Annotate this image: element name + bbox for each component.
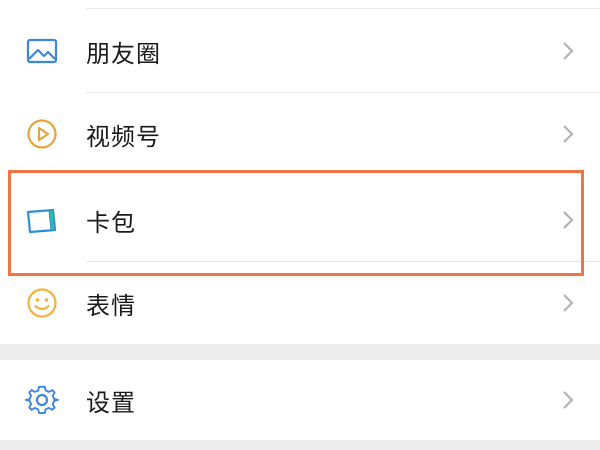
menu-item-stickers[interactable]: 表情 xyxy=(0,262,600,344)
chevron-right-icon xyxy=(563,211,574,229)
menu-item-moments[interactable]: 朋友圈 xyxy=(0,10,600,92)
menu-item-label: 卡包 xyxy=(86,208,136,237)
menu-group-settings: 设置 xyxy=(0,360,600,440)
card-icon xyxy=(24,202,60,238)
menu-item-settings[interactable]: 设置 xyxy=(0,360,600,440)
chevron-right-icon xyxy=(563,125,574,143)
divider xyxy=(86,8,600,9)
chevron-right-icon xyxy=(563,42,574,60)
menu-item-label: 朋友圈 xyxy=(86,39,161,68)
settings-label: 设置 xyxy=(86,388,136,417)
play-circle-icon xyxy=(24,116,60,152)
menu-item-card-wallet[interactable]: 卡包 xyxy=(0,178,600,262)
menu-group-main: 朋友圈 视频号 卡包 表情 xyxy=(0,0,600,344)
menu-item-label: 视频号 xyxy=(86,122,161,151)
chevron-right-icon xyxy=(563,391,574,409)
menu-item-label: 表情 xyxy=(86,291,136,320)
photo-icon xyxy=(24,33,60,69)
smiley-icon xyxy=(24,285,60,321)
chevron-right-icon xyxy=(563,294,574,312)
menu-item-channels[interactable]: 视频号 xyxy=(0,93,600,175)
gear-icon xyxy=(24,382,60,418)
